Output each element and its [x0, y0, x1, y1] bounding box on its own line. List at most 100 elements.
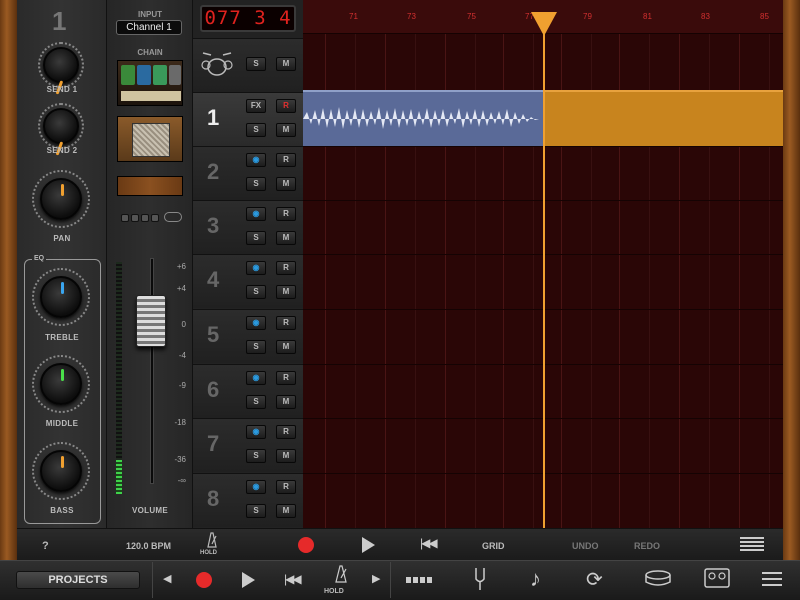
- track-2-solo-button[interactable]: S: [246, 177, 266, 191]
- track-view-icon[interactable]: [740, 537, 764, 551]
- menu-icon[interactable]: [762, 572, 782, 586]
- amp-thumbnail[interactable]: [117, 116, 183, 162]
- loop-icon[interactable]: ⟳: [586, 567, 603, 592]
- db-mark: -∞: [177, 476, 186, 485]
- track-8-mute-button[interactable]: M: [276, 504, 296, 518]
- drum-track-row[interactable]: S M: [193, 38, 303, 92]
- track-row-8[interactable]: 8 ◉ R S M: [193, 473, 303, 527]
- input-selector[interactable]: Channel 1: [116, 20, 182, 35]
- channel-number: 1: [52, 6, 67, 36]
- record-button[interactable]: [298, 537, 314, 553]
- track-7-mute-button[interactable]: M: [276, 449, 296, 463]
- audio-region[interactable]: [303, 90, 544, 146]
- track-number: 4: [207, 267, 220, 292]
- track-3-monitor-icon[interactable]: ◉: [246, 207, 266, 221]
- send2-label: SEND 2: [46, 146, 78, 155]
- track-4-solo-button[interactable]: S: [246, 285, 266, 299]
- treble-label: TREBLE: [45, 333, 79, 342]
- chain-toggle-icon[interactable]: [164, 212, 182, 222]
- treble-knob[interactable]: [40, 276, 82, 318]
- cabinet-thumbnail[interactable]: [117, 176, 183, 196]
- middle-knob[interactable]: [40, 363, 82, 405]
- track-row-5[interactable]: 5 ◉ R S M: [193, 309, 303, 363]
- track-5-solo-button[interactable]: S: [246, 340, 266, 354]
- music-note-icon[interactable]: ♪: [530, 566, 541, 592]
- chain-control-2[interactable]: [131, 214, 139, 222]
- track-row-1[interactable]: 1 FX R S M: [193, 92, 303, 146]
- grid-button[interactable]: GRID: [482, 541, 505, 551]
- track-2-mute-button[interactable]: M: [276, 177, 296, 191]
- pedalboard-thumbnail[interactable]: [117, 60, 183, 106]
- track-3-record-button[interactable]: R: [276, 207, 296, 221]
- recording-region[interactable]: [544, 90, 783, 146]
- track-row-4[interactable]: 4 ◉ R S M: [193, 254, 303, 308]
- bar-number: 81: [643, 12, 652, 21]
- track-7-record-button[interactable]: R: [276, 425, 296, 439]
- track-7-solo-button[interactable]: S: [246, 449, 266, 463]
- play-button[interactable]: [362, 537, 375, 553]
- bass-label: BASS: [50, 506, 74, 515]
- track-6-monitor-icon[interactable]: ◉: [246, 371, 266, 385]
- projects-button[interactable]: PROJECTS: [16, 571, 140, 589]
- tuning-fork-icon[interactable]: [472, 567, 488, 591]
- help-button[interactable]: ?: [42, 540, 49, 552]
- track-1-fx-button[interactable]: FX: [246, 99, 266, 113]
- chain-control-3[interactable]: [141, 214, 149, 222]
- drum-icon[interactable]: [644, 569, 672, 587]
- record-button-main[interactable]: [196, 572, 212, 588]
- track-8-solo-button[interactable]: S: [246, 504, 266, 518]
- track-3-mute-button[interactable]: M: [276, 231, 296, 245]
- track-row-2[interactable]: 2 ◉ R S M: [193, 146, 303, 200]
- arrangement-timeline[interactable]: 71 73 75 77 79 81 83 85: [303, 0, 783, 528]
- tracks-view-icon[interactable]: [406, 577, 434, 583]
- next-arrow-icon[interactable]: ▶: [372, 572, 380, 585]
- track-6-mute-button[interactable]: M: [276, 395, 296, 409]
- track-2-record-button[interactable]: R: [276, 153, 296, 167]
- track-5-monitor-icon[interactable]: ◉: [246, 316, 266, 330]
- track-1-record-button[interactable]: R: [276, 99, 296, 113]
- position-display[interactable]: 077 3 4: [200, 5, 296, 32]
- bar-number: 83: [701, 12, 710, 21]
- undo-button[interactable]: UNDO: [572, 541, 599, 551]
- track-4-record-button[interactable]: R: [276, 261, 296, 275]
- track-number: 2: [207, 159, 220, 184]
- playhead-handle[interactable]: [531, 12, 557, 36]
- track-4-mute-button[interactable]: M: [276, 285, 296, 299]
- drum-solo-button[interactable]: S: [246, 57, 266, 71]
- play-button-main[interactable]: [242, 572, 255, 588]
- track-2-monitor-icon[interactable]: ◉: [246, 153, 266, 167]
- track-3-solo-button[interactable]: S: [246, 231, 266, 245]
- track-6-solo-button[interactable]: S: [246, 395, 266, 409]
- playhead-line: [543, 26, 545, 528]
- track-row-3[interactable]: 3 ◉ R S M: [193, 200, 303, 254]
- track-8-record-button[interactable]: R: [276, 480, 296, 494]
- chain-control-1[interactable]: [121, 214, 129, 222]
- metronome-icon-main[interactable]: [333, 565, 349, 583]
- drum-mute-button[interactable]: M: [276, 57, 296, 71]
- redo-button[interactable]: REDO: [634, 541, 660, 551]
- chain-control-4[interactable]: [151, 214, 159, 222]
- track-7-monitor-icon[interactable]: ◉: [246, 425, 266, 439]
- amp-icon[interactable]: [704, 568, 730, 588]
- bass-knob[interactable]: [40, 450, 82, 492]
- track-4-monitor-icon[interactable]: ◉: [246, 261, 266, 275]
- track-5-mute-button[interactable]: M: [276, 340, 296, 354]
- metronome-icon[interactable]: [204, 532, 220, 548]
- send1-knob[interactable]: [43, 47, 79, 95]
- track-1-mute-button[interactable]: M: [276, 123, 296, 137]
- previous-arrow-icon[interactable]: ◀: [163, 572, 171, 585]
- rewind-icon[interactable]: |◀◀: [420, 536, 438, 550]
- track-8-monitor-icon[interactable]: ◉: [246, 480, 266, 494]
- send2-knob[interactable]: [43, 108, 79, 156]
- track-row-7[interactable]: 7 ◉ R S M: [193, 418, 303, 472]
- track-number: 6: [207, 377, 220, 402]
- track-6-record-button[interactable]: R: [276, 371, 296, 385]
- track-5-record-button[interactable]: R: [276, 316, 296, 330]
- pan-knob[interactable]: [40, 178, 82, 220]
- rewind-icon-main[interactable]: |◀◀: [284, 572, 302, 586]
- track-row-6[interactable]: 6 ◉ R S M: [193, 364, 303, 418]
- tempo-display[interactable]: 120.0 BPM: [126, 541, 171, 551]
- input-label: INPUT: [138, 10, 162, 19]
- track-1-solo-button[interactable]: S: [246, 123, 266, 137]
- track-number: 1: [207, 105, 220, 130]
